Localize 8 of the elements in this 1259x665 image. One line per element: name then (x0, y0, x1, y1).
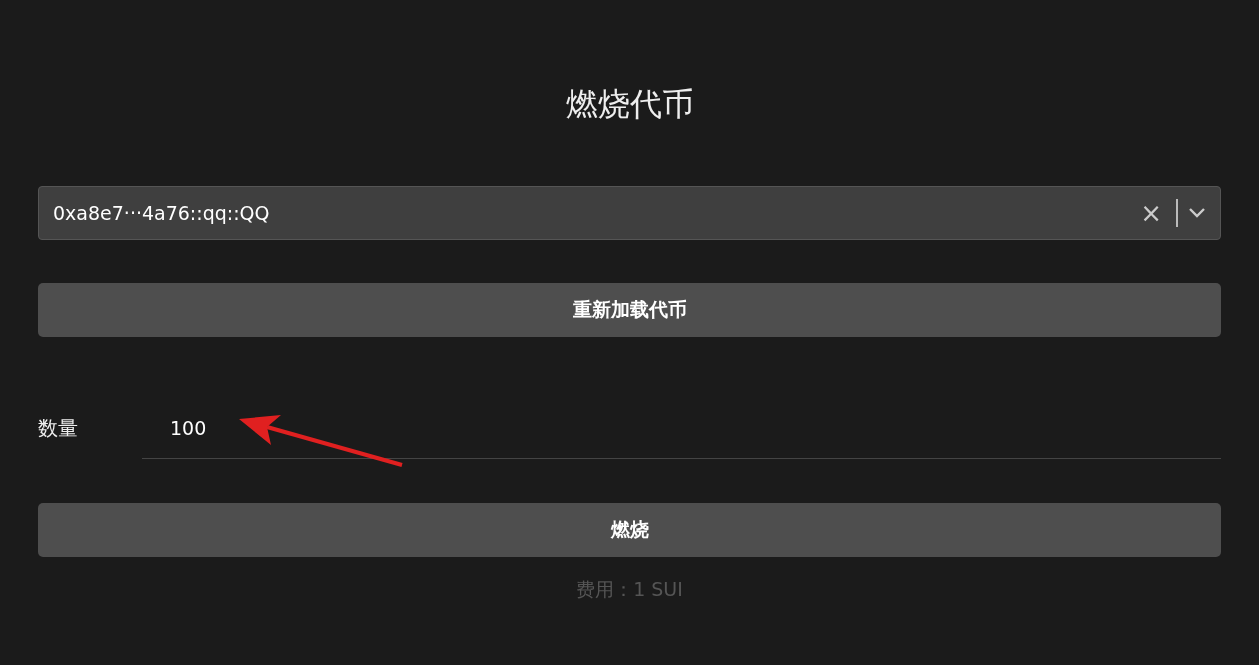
amount-label: 数量 (38, 414, 79, 442)
clear-button[interactable]: × (1134, 200, 1168, 226)
token-select[interactable]: 0xa8e7···4a76::qq::QQ × (38, 186, 1221, 240)
chevron-down-icon[interactable] (1188, 208, 1206, 218)
burn-button[interactable]: 燃烧 (38, 503, 1221, 557)
fee-text: 费用：1 SUI (575, 577, 684, 602)
page-title: 燃烧代币 (564, 84, 695, 125)
reload-tokens-button[interactable]: 重新加载代币 (38, 283, 1221, 337)
